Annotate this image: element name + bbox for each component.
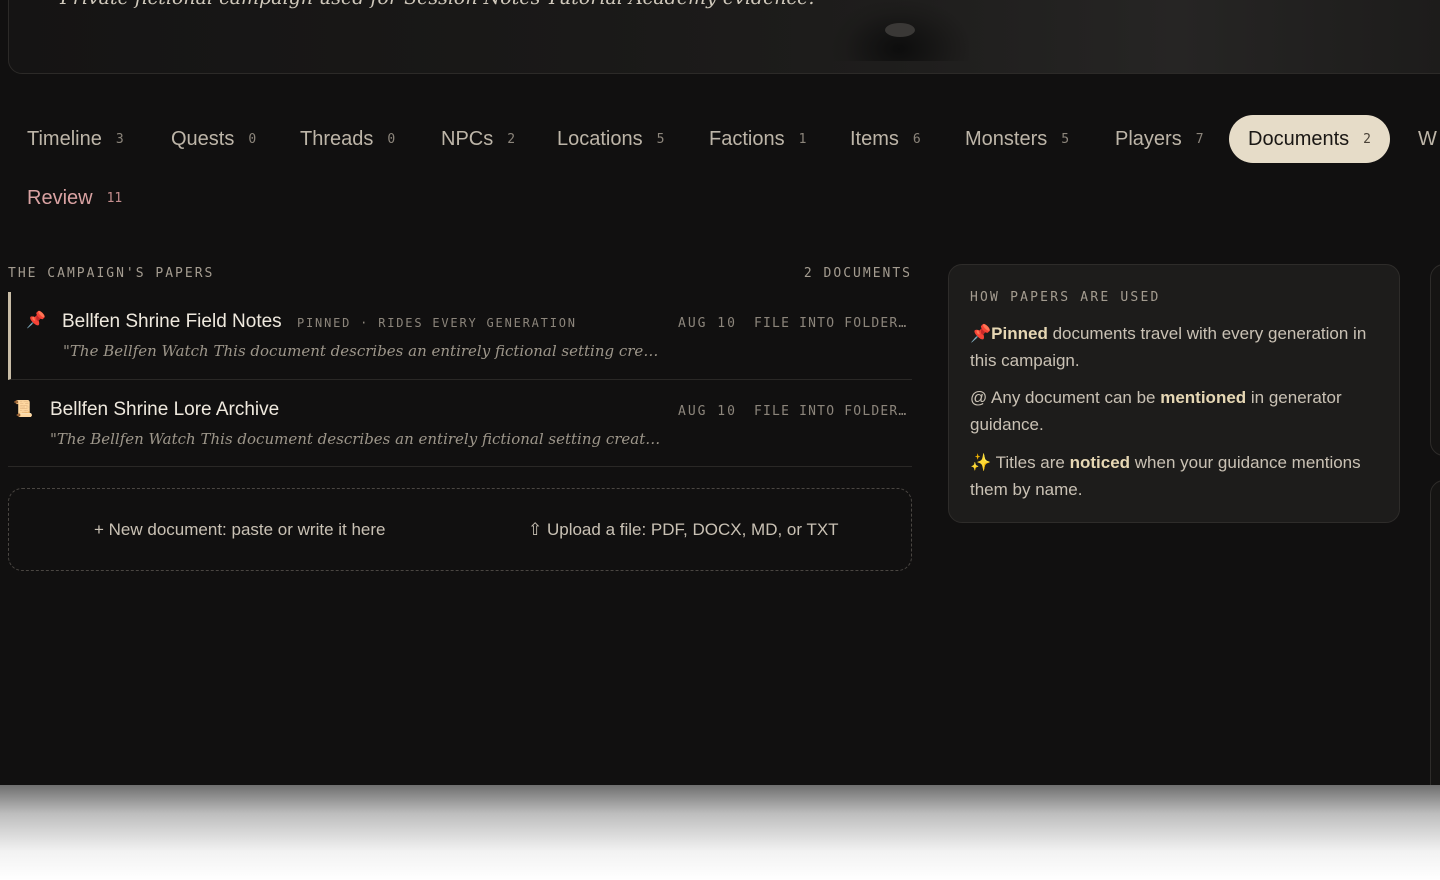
tab-factions[interactable]: Factions 1 — [690, 115, 825, 163]
campaign-hero-banner: Private fictional campaign used for Sess… — [8, 0, 1440, 74]
pin-icon: 📌 — [26, 312, 46, 329]
new-document-dropzone[interactable]: + New document: paste or write it here ⇧… — [8, 488, 912, 571]
tab-label: Quests — [171, 127, 235, 150]
tab-label: Locations — [557, 127, 643, 150]
tab-count: 5 — [656, 131, 665, 147]
file-into-folder-button[interactable]: FILE INTO FOLDER… — [754, 316, 907, 331]
pinned-keyword: Pinned — [991, 324, 1048, 343]
how-papers-used-panel: HOW PAPERS ARE USED 📌Pinned documents tr… — [948, 264, 1400, 523]
document-row[interactable]: 📌 Bellfen Shrine Field Notes PINNED · RI… — [8, 292, 912, 380]
tab-timeline[interactable]: Timeline 3 — [8, 115, 143, 163]
upload-file-button[interactable]: ⇧ Upload a file: PDF, DOCX, MD, or TXT — [528, 520, 839, 540]
tab-threads[interactable]: Threads 0 — [281, 115, 414, 163]
document-date: AUG 10 — [678, 316, 737, 331]
tab-label: Documents — [1248, 127, 1350, 150]
tab-count: 5 — [1061, 131, 1070, 147]
tab-documents[interactable]: Documents 2 — [1229, 115, 1390, 163]
tab-count: 3 — [115, 131, 124, 147]
tab-label: Factions — [709, 127, 785, 150]
panel-title: HOW PAPERS ARE USED — [970, 290, 1161, 305]
document-row[interactable]: 📜 Bellfen Shrine Lore Archive AUG 10 FIL… — [8, 380, 912, 467]
tab-label: Items — [850, 127, 899, 150]
mentioned-explanation: @ Any document can be mentioned in gener… — [970, 384, 1380, 438]
tab-label: W — [1418, 127, 1437, 150]
tab-count: 7 — [1195, 131, 1204, 147]
tab-players[interactable]: Players 7 — [1096, 115, 1223, 163]
document-title[interactable]: Bellfen Shrine Field Notes — [62, 311, 282, 333]
file-into-folder-button[interactable]: FILE INTO FOLDER… — [754, 404, 907, 419]
tab-count: 6 — [912, 131, 921, 147]
noticed-keyword: noticed — [1069, 453, 1131, 472]
tab-count: 2 — [1363, 131, 1371, 147]
tab-label: Threads — [300, 127, 374, 150]
documents-section-header: THE CAMPAIGN'S PAPERS 2 DOCUMENTS — [8, 266, 912, 281]
pinned-explanation: 📌Pinned documents travel with every gene… — [970, 320, 1380, 374]
tab-count: 11 — [106, 190, 123, 206]
tab-quests[interactable]: Quests 0 — [152, 115, 275, 163]
tab-label: Players — [1115, 127, 1182, 150]
tab-count: 0 — [387, 131, 396, 147]
document-excerpt: "The Bellfen Watch This document describ… — [63, 342, 663, 360]
sparkles-icon: ✨ — [970, 453, 992, 472]
app-window: Private fictional campaign used for Sess… — [0, 0, 1440, 785]
noticed-explanation: ✨ Titles are noticed when your guidance … — [970, 449, 1380, 503]
tab-items[interactable]: Items 6 — [831, 115, 940, 163]
campaign-subtitle: Private fictional campaign used for Sess… — [60, 0, 814, 9]
scroll-icon: 📜 — [13, 401, 33, 418]
tab-npcs[interactable]: NPCs 2 — [422, 115, 534, 163]
document-date: AUG 10 — [678, 404, 737, 419]
tab-label: Timeline — [27, 127, 102, 150]
document-title[interactable]: Bellfen Shrine Lore Archive — [50, 399, 279, 421]
section-heading: THE CAMPAIGN'S PAPERS — [8, 266, 215, 281]
tab-label: Review — [27, 186, 93, 209]
new-document-button[interactable]: + New document: paste or write it here — [94, 520, 386, 540]
pin-icon: 📌 — [970, 324, 992, 343]
tab-count: 0 — [248, 131, 257, 147]
tab-monsters[interactable]: Monsters 5 — [946, 115, 1088, 163]
pinned-badge: PINNED · RIDES EVERY GENERATION — [297, 316, 577, 330]
document-count: 2 DOCUMENTS — [803, 266, 912, 281]
tab-w-truncated[interactable]: W — [1399, 115, 1440, 163]
tab-locations[interactable]: Locations 5 — [538, 115, 683, 163]
tab-label: NPCs — [441, 127, 494, 150]
noticed-prefix: Titles are — [991, 453, 1070, 472]
window-shadow — [0, 785, 1440, 880]
mentioned-prefix: @ Any document can be — [970, 388, 1161, 407]
offscreen-card — [1430, 480, 1440, 785]
document-excerpt: "The Bellfen Watch This document describ… — [50, 430, 664, 448]
offscreen-card — [1430, 264, 1440, 456]
tab-review[interactable]: Review 11 — [8, 174, 141, 222]
tab-label: Monsters — [965, 127, 1048, 150]
hero-artwork — [829, 1, 969, 61]
mentioned-keyword: mentioned — [1160, 388, 1247, 407]
tab-count: 2 — [507, 131, 516, 147]
tab-count: 1 — [798, 131, 807, 147]
